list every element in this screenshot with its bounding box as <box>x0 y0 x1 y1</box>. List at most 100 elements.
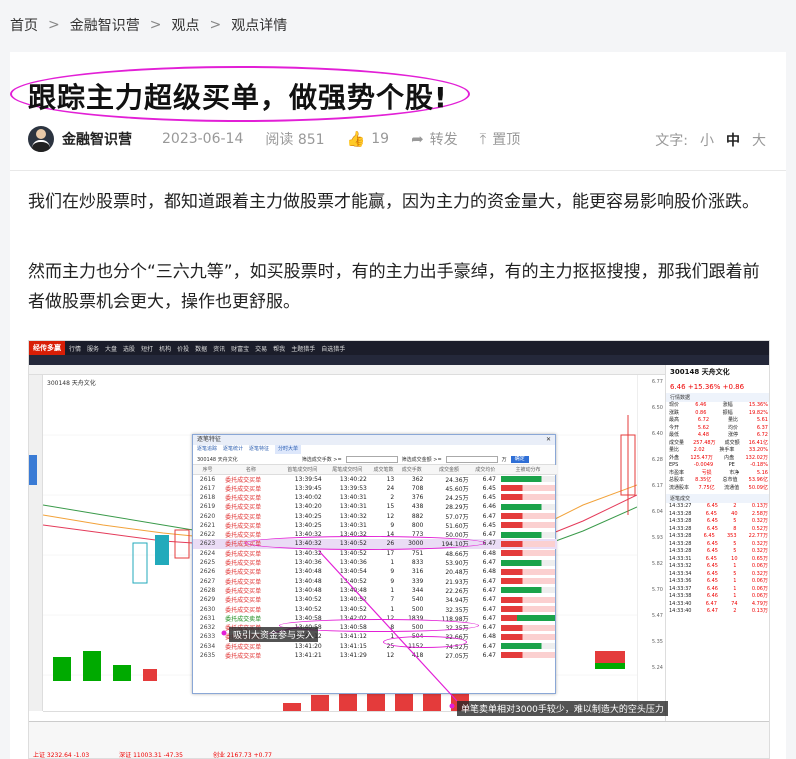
table-cell: 2617 <box>199 484 216 492</box>
table-cell: 2619 <box>199 503 216 511</box>
font-size-medium[interactable]: 中 <box>726 130 740 150</box>
table-cell: 32.35万 <box>445 606 469 614</box>
table-cell: 13:40:32 <box>339 512 367 520</box>
distribution-bar <box>501 587 555 594</box>
forward-button[interactable]: ➦ 转发 <box>411 129 458 149</box>
chart-subbar <box>29 365 769 375</box>
menu-item[interactable]: 大盘 <box>105 344 117 353</box>
quote-row: 今开 5.62 均价 6.37 <box>666 425 769 433</box>
menu-item[interactable]: 主题猎手 <box>291 344 315 353</box>
axis-tick: 5.70 <box>651 587 663 593</box>
filter-amount-label: 筛选成交金额 >= <box>401 456 442 463</box>
menu-item[interactable]: 行情 <box>69 344 81 353</box>
distribution-bar <box>501 522 555 529</box>
active-passive-bar <box>499 549 557 558</box>
menu-item[interactable]: 选股 <box>123 344 135 353</box>
tick-cell: 14:33:40 <box>669 600 692 607</box>
menu-item[interactable]: 交易 <box>255 344 267 353</box>
table-row[interactable]: 2625 委托成交买单 13:40:36 13:40:36 1 833 53.90万 6.47 <box>193 558 557 567</box>
tick-cell: 14:33:28 <box>669 525 692 532</box>
column-header[interactable]: 成交笔数 <box>369 465 398 475</box>
column-header[interactable]: 主被动分布 <box>499 465 557 475</box>
pin-label: 置顶 <box>492 132 521 148</box>
table-cell: 13:39:45 <box>294 484 322 492</box>
table-cell: 6.48 <box>482 549 496 557</box>
quote-row: 成交量 257.48万 成交额 16.41亿 <box>666 440 769 448</box>
author-name[interactable]: 金融智识营 <box>62 129 132 149</box>
table-cell: 13:40:25 <box>294 512 322 520</box>
column-header[interactable]: 成交手数 <box>397 465 427 475</box>
quote-cell: 33.20% <box>748 447 768 453</box>
axis-tick: 6.17 <box>651 483 663 489</box>
column-header[interactable]: 首笔成交时间 <box>279 465 325 475</box>
table-row[interactable]: 2630 委托成交买单 13:40:52 13:40:52 1 500 32.35万 6.47 <box>193 604 557 614</box>
menu-item[interactable]: 财富宝 <box>231 344 249 353</box>
quote-cell: 市盈率 <box>669 469 685 476</box>
avatar[interactable] <box>28 126 54 152</box>
column-header[interactable]: 序号 <box>193 465 223 475</box>
annotation-sell-pressure: 单笔卖单相对3000手较少，难以制造大的空头压力 <box>457 701 668 716</box>
quote-cell: 市净 <box>729 469 740 476</box>
table-cell: 2632 <box>199 624 216 632</box>
tab-tick-stats[interactable]: 逐笔统计 <box>223 445 243 454</box>
close-icon[interactable]: ✕ <box>546 435 551 445</box>
like-button[interactable]: 👍 19 <box>347 130 390 148</box>
table-row[interactable]: 2634 委托成交买单 13:41:20 13:41:15 25 1152 74.52万 6.… <box>193 642 557 651</box>
column-header[interactable]: 成交均价 <box>471 465 499 475</box>
table-cell: 20.48万 <box>445 569 469 577</box>
filter-volume-input[interactable] <box>345 455 398 463</box>
active-passive-bar <box>499 576 557 585</box>
font-size-large[interactable]: 大 <box>752 130 766 150</box>
tab-tick-feature[interactable]: 逐笔特征 <box>249 445 269 454</box>
column-header[interactable]: 成交金额 <box>426 465 472 475</box>
breadcrumb-column[interactable]: 金融智识营 <box>70 15 140 35</box>
status-bar: 上证 3232.64 -1.03 深证 11003.31 -47.35 创业 2… <box>29 721 769 758</box>
filter-amount-input[interactable] <box>445 455 498 463</box>
tick-row: 14:33:32 6.45 1 0.06万 <box>666 563 769 571</box>
table-row[interactable]: 2619 委托成交买单 13:40:20 13:40:31 15 438 28.29万 6.4… <box>193 502 557 511</box>
menu-item[interactable]: 服务 <box>87 344 99 353</box>
pin-button[interactable]: ⤒ 置顶 <box>480 129 521 149</box>
menu-item[interactable]: 资讯 <box>213 344 225 353</box>
quote-cell: 换手率 <box>719 447 735 453</box>
active-passive-bar <box>499 623 557 632</box>
tick-cell: 6.45 <box>705 510 717 517</box>
table-cell: 1 <box>390 559 395 567</box>
table-row[interactable]: 2618 委托成交买单 13:40:02 13:40:31 2 376 24.25万 6.45 <box>193 493 557 502</box>
like-count: 19 <box>371 131 390 147</box>
tick-cell: 40 <box>731 510 738 517</box>
menu-item[interactable]: 机构 <box>159 344 171 353</box>
quote-cell: 量比 <box>669 447 680 453</box>
menu-item[interactable]: 数据 <box>195 344 207 353</box>
table-row[interactable]: 2635 委托成交买单 13:41:21 13:41:29 12 418 27.05万 6.4… <box>193 651 557 660</box>
menu-item[interactable]: 价投 <box>177 344 189 353</box>
pin-top-icon: ⤒ <box>479 130 487 148</box>
tab-tick-track[interactable]: 逐笔追踪 <box>197 445 217 454</box>
breadcrumb-views[interactable]: 观点 <box>171 15 199 35</box>
table-row[interactable]: 2627 委托成交买单 13:40:48 13:40:52 9 339 21.93万 6.47 <box>193 576 557 586</box>
table-row[interactable]: 2621 委托成交买单 13:40:25 13:40:31 9 800 51.60万 6.45 <box>193 521 557 530</box>
font-size-small[interactable]: 小 <box>700 130 714 150</box>
left-flag <box>29 455 37 485</box>
table-row[interactable]: 2629 委托成交买单 13:40:52 13:40:52 7 540 34.94万 6.47 <box>193 595 557 604</box>
column-header[interactable]: 名称 <box>222 465 280 475</box>
confirm-button[interactable]: 确定 <box>510 455 529 463</box>
article-meta: 金融智识营 2023-06-14 阅读 851 👍 19 ➦ 转发 ⤒ 置顶 文… <box>28 124 786 154</box>
tab-big-orders[interactable]: 分时大单 <box>275 445 302 454</box>
table-row[interactable]: 2616 委托成交买单 13:39:54 13:40:22 13 362 24.36万 6.4… <box>193 474 557 484</box>
menu-item[interactable]: 自选猎手 <box>321 344 345 353</box>
tick-cell: 14:33:28 <box>669 510 692 517</box>
breadcrumb: 首页 > 金融智识营 > 观点 > 观点详情 <box>0 0 796 50</box>
axis-tick: 5.82 <box>651 561 663 567</box>
menu-item[interactable]: 帮我 <box>273 344 285 353</box>
breadcrumb-home[interactable]: 首页 <box>10 15 38 35</box>
table-row[interactable]: 2617 委托成交买单 13:39:45 13:39:53 24 708 45.60万 6.4… <box>193 484 557 493</box>
trade-table-header: 序号 名称 首笔成交时间 尾笔成交时间 成交笔数 成交手数 成交金额 成交均价 主被动分布 <box>193 465 557 475</box>
table-cell: 24.25万 <box>445 494 469 502</box>
table-row[interactable]: 2628 委托成交买单 13:40:48 13:40:48 1 344 22.26万 6.47 <box>193 586 557 595</box>
table-row[interactable]: 2620 委托成交买单 13:40:25 13:40:32 12 882 57.07万 6.4… <box>193 511 557 521</box>
table-cell: 9 <box>390 521 395 529</box>
table-row[interactable]: 2626 委托成交买单 13:40:48 13:40:54 9 316 20.48万 6.48 <box>193 567 557 576</box>
column-header[interactable]: 尾笔成交时间 <box>324 465 370 475</box>
menu-item[interactable]: 短打 <box>141 344 153 353</box>
